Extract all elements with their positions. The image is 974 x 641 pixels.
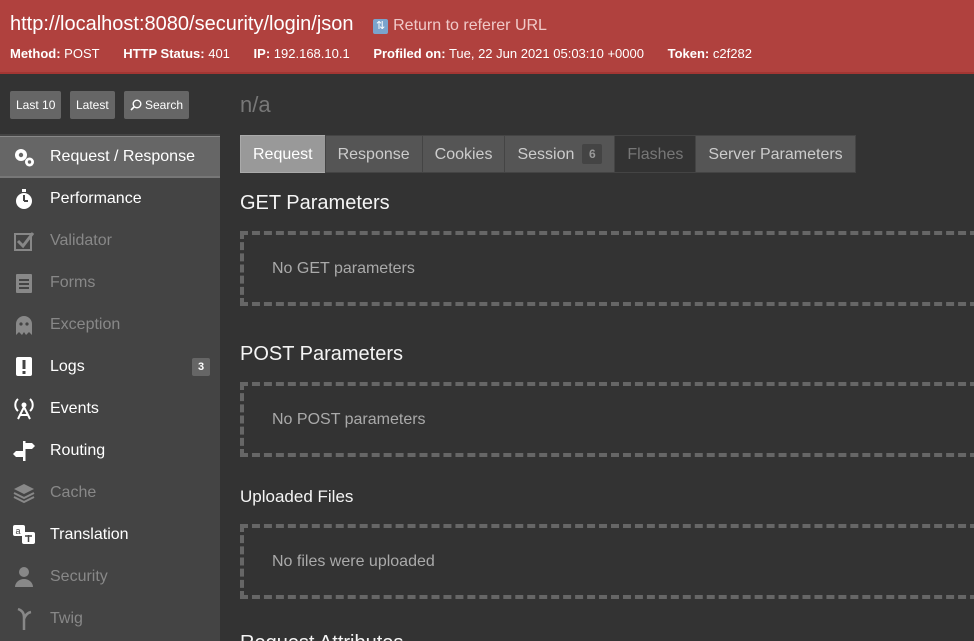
- menu-item-events[interactable]: Events: [0, 388, 220, 430]
- menu-item-forms[interactable]: Forms: [0, 262, 220, 304]
- page-title: n/a: [240, 92, 271, 117]
- clipboard-icon: [16, 274, 32, 293]
- menu-item-cache[interactable]: Cache: [0, 472, 220, 514]
- request-attributes-heading: Request Attributes: [240, 632, 403, 641]
- last-10-button[interactable]: Last 10: [10, 91, 62, 119]
- menu-item-translation[interactable]: a Translation: [0, 514, 220, 556]
- menu-item-logs[interactable]: Logs 3: [0, 346, 220, 388]
- menu-item-validator[interactable]: Validator: [0, 220, 220, 262]
- tab-cookies[interactable]: Cookies: [421, 135, 506, 173]
- gears-icon: [15, 149, 34, 167]
- tab-response[interactable]: Response: [324, 135, 423, 173]
- menu-item-request-response[interactable]: Request / Response: [0, 136, 220, 178]
- meta-status: HTTP Status: 401: [123, 46, 230, 61]
- translate-icon: a: [13, 525, 35, 544]
- session-count-badge: 6: [582, 144, 603, 164]
- refresh-icon: ⇅: [373, 19, 389, 34]
- signpost-icon: [13, 441, 35, 461]
- menu-item-security[interactable]: Security: [0, 556, 220, 598]
- get-parameters-heading: GET Parameters: [240, 192, 390, 214]
- menu-item-routing[interactable]: Routing: [0, 430, 220, 472]
- meta-method: Method: POST: [10, 46, 100, 61]
- svg-text:a: a: [16, 526, 21, 536]
- sidebar: Last 10 Latest Search Request / Response…: [0, 74, 220, 641]
- tab-bar: Request Response Cookies Session 6 Flashe…: [240, 135, 856, 173]
- ghost-icon: [16, 316, 32, 335]
- return-to-referer-link[interactable]: ⇅ Return to referer URL: [373, 17, 547, 34]
- return-label[interactable]: Return to referer URL: [393, 17, 547, 34]
- meta-token: Token: c2f282: [667, 46, 752, 61]
- checkbox-icon: [14, 232, 35, 251]
- profiler-header: http://localhost:8080/security/login/jso…: [0, 0, 974, 74]
- panel-menu: Request / Response Performance Validator…: [0, 136, 220, 640]
- menu-item-performance[interactable]: Performance: [0, 178, 220, 220]
- tab-flashes[interactable]: Flashes: [614, 135, 697, 173]
- menu-item-exception[interactable]: Exception: [0, 304, 220, 346]
- broadcast-icon: [14, 398, 34, 420]
- tab-session[interactable]: Session 6: [504, 135, 616, 173]
- get-parameters-empty: No GET parameters: [240, 231, 974, 306]
- post-parameters-heading: POST Parameters: [240, 343, 404, 365]
- uploaded-files-heading: Uploaded Files: [240, 487, 354, 506]
- meta-ip: IP: 192.168.10.1: [253, 46, 350, 61]
- meta-profiled: Profiled on: Tue, 22 Jun 2021 05:03:10 +…: [373, 46, 644, 61]
- url-row: http://localhost:8080/security/login/jso…: [10, 13, 547, 36]
- tab-server-parameters[interactable]: Server Parameters: [695, 135, 856, 173]
- sidebar-toolbar: Last 10 Latest Search: [0, 74, 220, 134]
- menu-item-twig[interactable]: Twig: [0, 598, 220, 640]
- twig-icon: [17, 607, 32, 630]
- request-url[interactable]: http://localhost:8080/security/login/jso…: [10, 13, 354, 35]
- logs-count-badge: 3: [192, 358, 210, 376]
- request-meta: Method: POST HTTP Status: 401 IP: 192.16…: [10, 46, 772, 61]
- tab-request[interactable]: Request: [240, 135, 326, 173]
- alert-icon: [16, 357, 32, 376]
- uploaded-files-empty: No files were uploaded: [240, 524, 974, 599]
- layers-icon: [13, 484, 35, 504]
- search-button[interactable]: Search: [124, 91, 190, 119]
- main-panel: n/a Request Response Cookies Session 6 Fl…: [220, 74, 974, 641]
- search-icon: [130, 99, 142, 111]
- latest-button[interactable]: Latest: [70, 91, 115, 119]
- post-parameters-empty: No POST parameters: [240, 382, 974, 457]
- stopwatch-icon: [16, 189, 32, 209]
- user-icon: [15, 567, 33, 587]
